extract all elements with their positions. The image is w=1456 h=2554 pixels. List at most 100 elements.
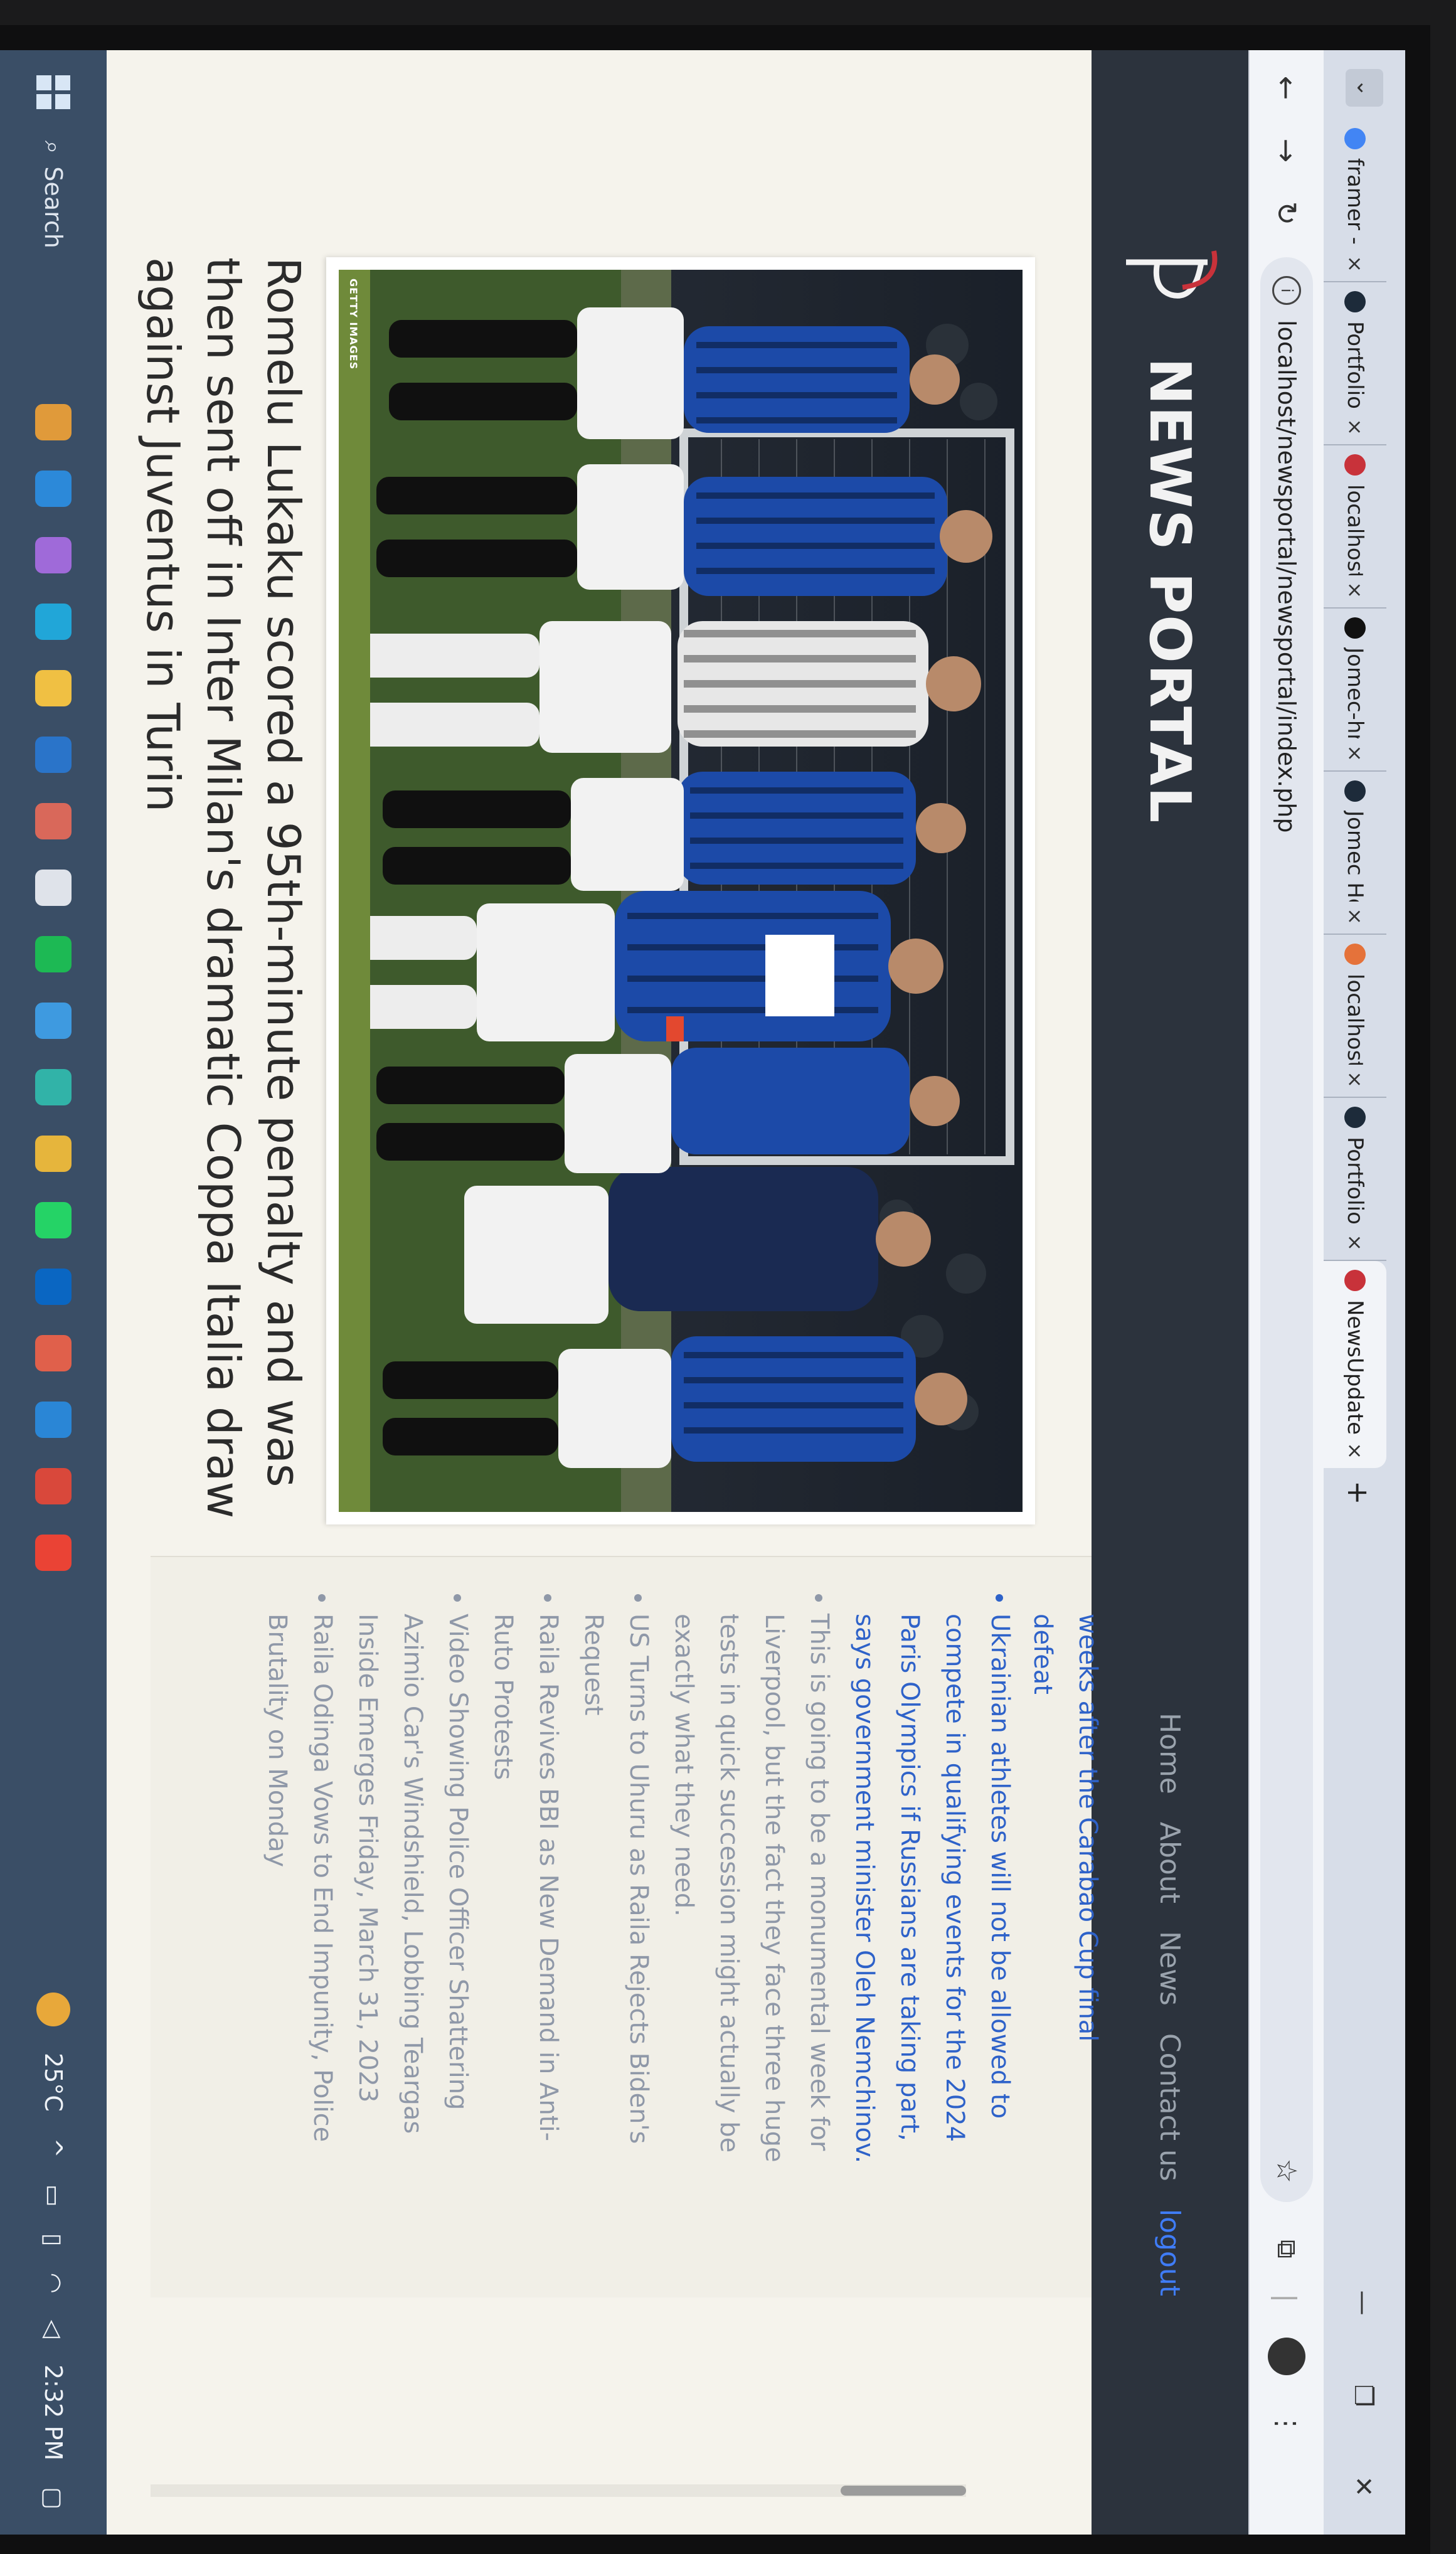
restore-icon[interactable]: ❐ [1349, 2385, 1378, 2407]
browser-tab[interactable]: localhost/htm × [1324, 445, 1386, 609]
system-tray: 25°C ^ ▭ ▯ ◠ ◁ 2:32 PM ▢ [36, 1993, 70, 2509]
browser-tab[interactable]: Portfolio × [1324, 282, 1386, 445]
page-scrollbar[interactable] [151, 2484, 966, 2497]
linkedin-icon[interactable] [35, 1269, 72, 1305]
close-window-icon[interactable]: ✕ [1349, 2476, 1378, 2497]
tab-list: framer - Goo × Portfolio × localhost/htm × Jom… [1324, 119, 1386, 1468]
image-credit: GETTY IMAGES [348, 279, 359, 370]
globe-icon [1344, 291, 1366, 312]
weather-icon[interactable] [36, 1993, 70, 2026]
sidebar-news-item[interactable]: US Turns to Uhuru as Raila Rejects Biden… [571, 1614, 661, 2178]
tab-title: localhost/htm [1342, 484, 1368, 576]
site-logo[interactable] [1120, 238, 1220, 314]
clock[interactable]: 2:32 PM [40, 2365, 67, 2461]
app-red-icon[interactable] [35, 803, 72, 839]
featured-headline[interactable]: Romelu Lukaku scored a 95th-minute penal… [133, 257, 314, 1537]
battery-icon[interactable]: ▯ [40, 2233, 67, 2247]
tab-strip: ⌄ framer - Goo × Portfolio × localhost/htm × J… [1324, 50, 1405, 2535]
site-navbar: NEWS PORTAL Home About News Contact us logou… [1092, 50, 1248, 2535]
browser-tab[interactable]: NewsUpdate × [1324, 1261, 1386, 1468]
phpmyadmin-icon [1344, 944, 1366, 965]
window-controls: — ❐ ✕ [1324, 2291, 1378, 2535]
sidebar-cut-text: weeks after the Carabao Cup final defeat [1020, 1557, 1110, 2178]
bookmark-star-icon[interactable]: ☆ [1271, 2159, 1303, 2183]
menu-kebab-icon[interactable]: ⋮ [1272, 2410, 1302, 2437]
sidebar-news-item[interactable]: Ukrainian athletes will not be allowed t… [842, 1614, 1023, 2178]
tab-search-button[interactable]: ⌄ [1346, 69, 1383, 107]
task-view-icon[interactable] [35, 471, 72, 507]
nav-link-home[interactable]: Home [1154, 1713, 1186, 1794]
close-tab-icon[interactable]: × [1343, 582, 1367, 599]
featured-image[interactable]: GETTY IMAGES [339, 270, 1023, 1512]
tab-title: framer - Goo [1342, 158, 1368, 250]
copilot-icon[interactable] [35, 404, 72, 440]
new-tab-button[interactable]: + [1341, 1481, 1375, 1505]
back-icon[interactable]: ← [1270, 63, 1304, 113]
reload-icon[interactable]: ↻ [1270, 188, 1304, 238]
notification-icon[interactable]: ▢ [40, 2487, 67, 2509]
address-bar[interactable]: i localhost/newsportal/newsportal/index.… [1260, 257, 1313, 2202]
sidebar-news-item[interactable]: This is going to be a monumental week fo… [661, 1614, 842, 2178]
app-red2-icon[interactable] [35, 1468, 72, 1504]
browser-tab[interactable]: Jomec Hosp × [1324, 772, 1386, 935]
browser-tab[interactable]: Jomec-hms/ × [1324, 609, 1386, 772]
app-teal-icon[interactable] [35, 1069, 72, 1105]
close-tab-icon[interactable]: × [1343, 745, 1367, 762]
url-text: localhost/newsportal/newsportal/index.ph… [1273, 320, 1300, 833]
search-icon: ⌕ [40, 141, 68, 154]
forward-icon[interactable]: → [1270, 125, 1304, 176]
browser-toolbar: ← → ↻ i localhost/newsportal/newsportal/… [1248, 50, 1324, 2535]
site-brand[interactable]: NEWS PORTAL [1137, 358, 1203, 824]
nav-link-contact-us[interactable]: Contact us [1154, 2033, 1186, 2181]
close-tab-icon[interactable]: × [1343, 908, 1367, 925]
app-folder-icon[interactable] [35, 1136, 72, 1172]
profile-avatar[interactable] [1268, 2338, 1305, 2376]
nav-link-logout[interactable]: logout [1154, 2209, 1186, 2296]
featured-article-card[interactable]: GETTY IMAGES [326, 257, 1035, 1524]
browser-tab[interactable]: localhost / 1 × [1324, 935, 1386, 1098]
scroll-thumb[interactable] [841, 2486, 966, 2496]
mail-icon[interactable] [35, 1003, 72, 1039]
nav-link-news[interactable]: News [1154, 1931, 1186, 2006]
close-tab-icon[interactable]: × [1343, 1442, 1367, 1459]
vscode-icon[interactable] [35, 1402, 72, 1438]
tab-title: Portfolio [1342, 321, 1368, 409]
taskbar-apps [35, 404, 72, 1571]
close-tab-icon[interactable]: × [1343, 418, 1367, 435]
volume-icon[interactable]: ◁ [40, 2320, 67, 2338]
toolbar-actions: ⧉ | ⋮ [1268, 2240, 1305, 2437]
wifi-icon[interactable]: ◠ [40, 2273, 67, 2294]
close-tab-icon[interactable]: × [1343, 1071, 1367, 1088]
windows-start-icon[interactable] [36, 75, 70, 109]
tab-title: Portfolio [1342, 1137, 1368, 1225]
info-icon[interactable]: i [1272, 276, 1301, 305]
close-tab-icon[interactable]: × [1343, 255, 1367, 272]
nav-link-about[interactable]: About [1154, 1822, 1186, 1903]
edge-icon[interactable] [35, 604, 72, 640]
app-orange-icon[interactable] [35, 1335, 72, 1371]
sidebar-news-item[interactable]: Video Showing Police Officer Shattering … [345, 1614, 481, 2178]
page-content: GETTY IMAGES Romelu Lukaku scored a 95th… [107, 50, 1102, 2535]
minimize-icon[interactable]: — [1349, 2291, 1378, 2316]
device-icon[interactable]: ▭ [40, 2184, 67, 2207]
sidebar-news-item[interactable]: Raila Revives BBI as New Demand in Anti-… [481, 1614, 571, 2178]
close-tab-icon[interactable]: × [1343, 1234, 1367, 1251]
main-menu: Home About News Contact us logout [1154, 1713, 1186, 2296]
file-explorer-icon[interactable] [35, 670, 72, 706]
windows-taskbar: ⌕ Search 25°C ^ ▭ ▯ ◠ ◁ 2:32 PM ▢ [0, 50, 107, 2535]
browser-tab[interactable]: Portfolio × [1324, 1098, 1386, 1261]
chrome-icon[interactable] [35, 1535, 72, 1571]
sidebar-news-item[interactable]: Raila Odinga Vows to End Impunity, Polic… [255, 1614, 345, 2178]
widgets-icon[interactable] [35, 537, 72, 573]
store-icon[interactable] [35, 737, 72, 773]
chevron-up-icon[interactable]: ^ [40, 2138, 67, 2158]
spotify-icon[interactable] [35, 936, 72, 972]
extensions-icon[interactable]: ⧉ [1271, 2240, 1302, 2259]
taskbar-search[interactable]: ⌕ Search [40, 141, 68, 379]
app-white-icon[interactable] [35, 870, 72, 906]
globe-icon [1344, 1107, 1366, 1128]
sidebar-partial-line: weeks after the Carabao Cup final [1073, 1614, 1102, 2042]
whatsapp-icon[interactable] [35, 1202, 72, 1238]
browser-tab[interactable]: framer - Goo × [1324, 119, 1386, 282]
temperature[interactable]: 25°C [40, 2053, 67, 2112]
